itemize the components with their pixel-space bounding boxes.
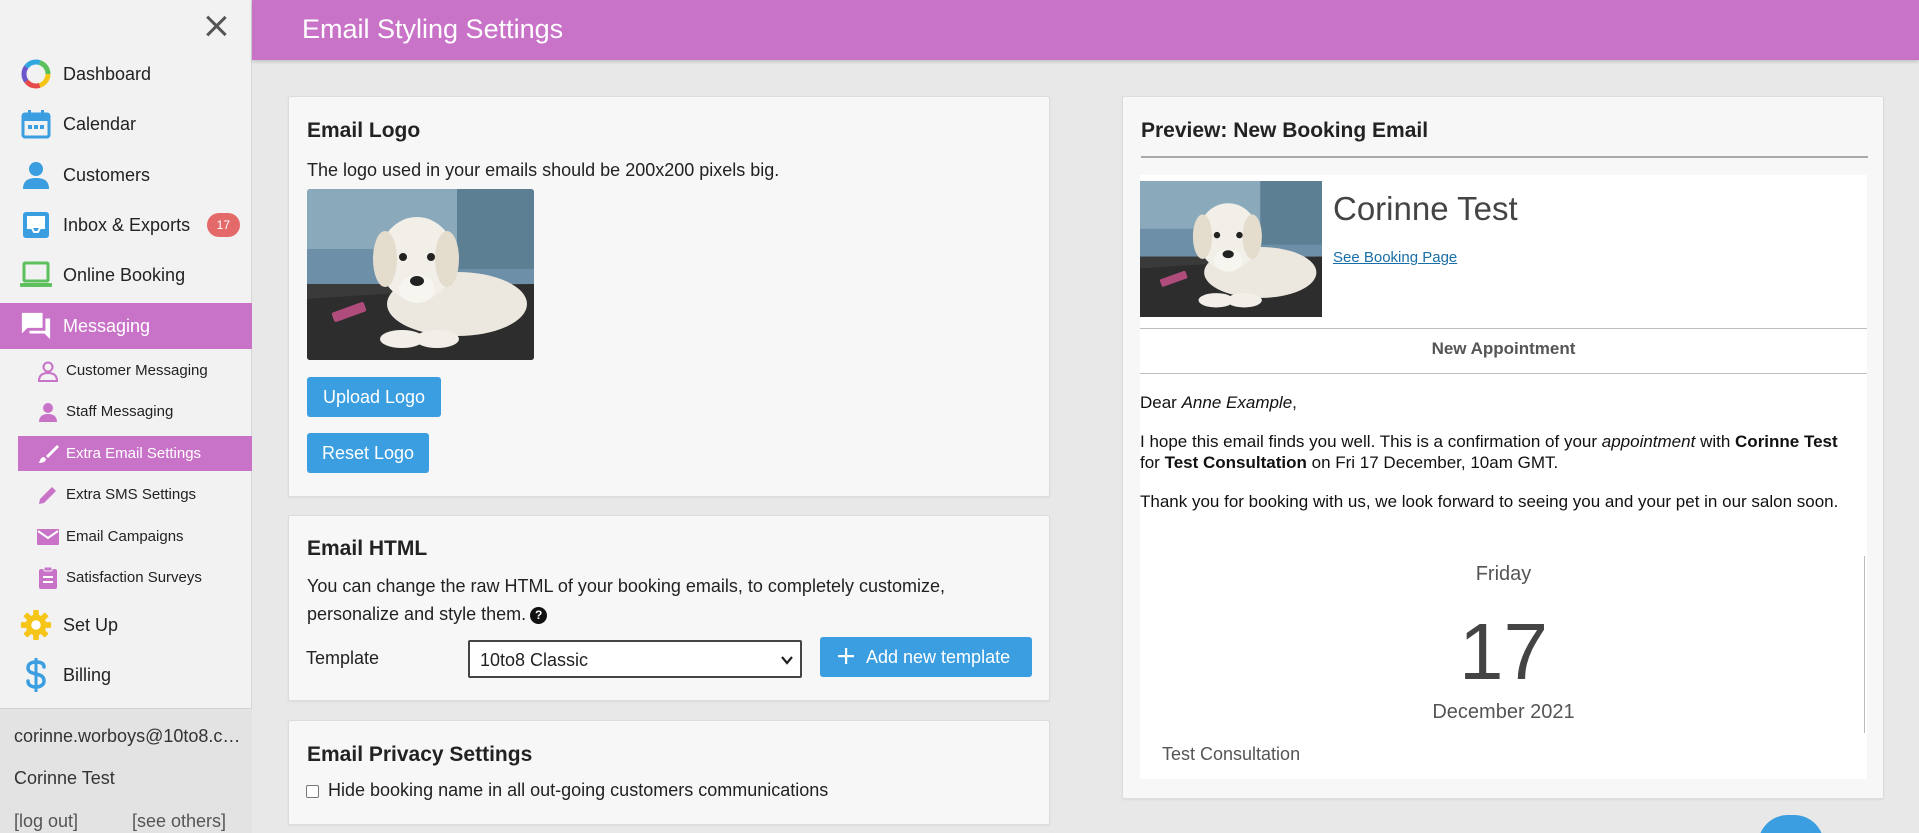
pencil-icon xyxy=(36,483,60,507)
person-outline-icon xyxy=(36,359,60,383)
email-html-description-text: You can change the raw HTML of your book… xyxy=(307,576,945,624)
preview-month-year: December 2021 xyxy=(1432,701,1575,723)
page-header: Email Styling Settings xyxy=(252,0,1919,60)
sidebar-item-setup[interactable]: Set Up xyxy=(0,602,252,648)
sidebar-subitem-email-campaigns[interactable]: Email Campaigns xyxy=(18,519,252,554)
page-title: Email Styling Settings xyxy=(302,14,564,44)
card-title: Email Privacy Settings xyxy=(307,743,533,766)
sidebar-item-label: Dashboard xyxy=(63,63,152,84)
close-icon[interactable] xyxy=(200,10,232,42)
preview-logo-image xyxy=(1140,181,1322,317)
sidebar-subitem-label: Staff Messaging xyxy=(66,403,174,420)
card-title: Preview: New Booking Email xyxy=(1141,119,1429,142)
logo-description: The logo used in your emails should be 2… xyxy=(307,160,780,180)
preview-dear: Dear xyxy=(1140,393,1177,412)
preview-text: for xyxy=(1140,453,1160,472)
sidebar-item-calendar[interactable]: Calendar xyxy=(0,101,252,147)
logo-image xyxy=(307,189,534,360)
sidebar-item-online-booking[interactable]: Online Booking xyxy=(0,252,252,298)
sidebar-item-dashboard[interactable]: Dashboard xyxy=(0,51,252,97)
preview-customer-name: Anne Example xyxy=(1181,393,1293,412)
account-name: Corinne Test xyxy=(14,768,115,788)
sidebar-item-label: Billing xyxy=(63,664,112,685)
sidebar-subitem-label: Customer Messaging xyxy=(66,362,208,379)
preview-paragraph-2: Thank you for booking with us, we look f… xyxy=(1140,492,1839,511)
preview-staff-name: Corinne Test xyxy=(1735,432,1838,451)
sidebar-subitem-label: Extra Email Settings xyxy=(66,445,202,462)
sidebar-item-customers[interactable]: Customers xyxy=(0,152,252,198)
see-booking-page-link[interactable]: See Booking Page xyxy=(1333,249,1457,266)
sidebar-subitem-staff-messaging[interactable]: Staff Messaging xyxy=(18,394,252,429)
card-title: Email Logo xyxy=(307,119,421,142)
sidebar-subitem-label: Extra SMS Settings xyxy=(66,486,197,503)
preview-text: with xyxy=(1700,432,1731,451)
preview-day-number: 17 xyxy=(1459,607,1548,696)
laptop-icon xyxy=(20,259,52,291)
gear-icon xyxy=(20,609,52,641)
mail-icon xyxy=(36,525,60,549)
clipboard-icon xyxy=(36,566,60,590)
sidebar-item-label: Messaging xyxy=(63,315,151,336)
sidebar-item-label: Calendar xyxy=(63,113,137,134)
sidebar-item-messaging[interactable]: Messaging xyxy=(0,303,252,349)
person-icon xyxy=(36,400,60,424)
add-new-template-label: Add new template xyxy=(866,647,1011,667)
card-title: Email HTML xyxy=(307,537,428,560)
sidebar-item-label: Inbox & Exports xyxy=(63,214,191,235)
sidebar-subitem-extra-email-settings[interactable]: Extra Email Settings xyxy=(18,436,252,471)
inbox-count-badge: 17 xyxy=(206,213,240,237)
preview-day-name: Friday xyxy=(1475,563,1532,585)
account-email: corinne.worboys@10to8.com xyxy=(14,726,244,746)
chevron-down-icon xyxy=(780,653,794,667)
divider xyxy=(1140,373,1867,374)
email-privacy-card: Email Privacy Settings xyxy=(288,720,1050,825)
email-html-description: You can change the raw HTML of your book… xyxy=(307,572,1007,628)
sidebar-item-inbox[interactable]: Inbox & Exports 17 xyxy=(0,202,252,248)
help-icon[interactable]: ? xyxy=(530,606,548,624)
hide-booking-name-checkbox[interactable] xyxy=(306,785,319,798)
preview-text: on Fri 17 December, 10am GMT. xyxy=(1311,453,1559,472)
plus-icon xyxy=(836,646,856,671)
sidebar-subitem-extra-sms-settings[interactable]: Extra SMS Settings xyxy=(18,477,252,512)
dashboard-ring-icon xyxy=(20,58,52,90)
sidebar-subitem-label: Satisfaction Surveys xyxy=(66,569,202,586)
sidebar-item-label: Customers xyxy=(63,164,151,185)
brush-icon xyxy=(36,442,60,466)
reset-logo-button[interactable]: Reset Logo xyxy=(307,433,429,473)
sidebar-subitem-customer-messaging[interactable]: Customer Messaging xyxy=(18,353,252,388)
preview-business-name: Corinne Test xyxy=(1333,190,1518,227)
sidebar-item-billing[interactable]: Billing xyxy=(0,652,252,698)
preview-section-title: New Appointment xyxy=(1431,339,1576,358)
template-label: Template xyxy=(306,648,380,668)
sidebar-item-label: Set Up xyxy=(63,614,119,635)
preview-greeting: Dear Anne Example, xyxy=(1140,393,1297,412)
sidebar-subitem-satisfaction-surveys[interactable]: Satisfaction Surveys xyxy=(18,560,252,595)
dollar-icon xyxy=(20,658,52,692)
sidebar: Dashboard Calendar Customers Inbox & Exp… xyxy=(0,0,252,833)
preview-paragraph-1: I hope this email finds you well. This i… xyxy=(1140,431,1845,473)
calendar-icon xyxy=(20,108,52,140)
logout-link[interactable]: [log out] xyxy=(14,811,78,832)
template-select[interactable]: 10to8 Classic xyxy=(468,640,802,678)
add-new-template-button[interactable]: Add new template xyxy=(820,637,1032,677)
sidebar-subitem-label: Email Campaigns xyxy=(66,528,184,545)
preview-text: I hope this email finds you well. This i… xyxy=(1140,432,1598,451)
person-icon xyxy=(20,159,52,191)
sidebar-item-label: Online Booking xyxy=(63,264,186,285)
help-chat-button[interactable] xyxy=(1758,815,1824,833)
hide-booking-name-label: Hide booking name in all out-going custo… xyxy=(328,780,829,800)
inbox-icon xyxy=(20,209,52,241)
see-others-link[interactable]: [see others] xyxy=(132,811,226,832)
preview-text: appointment xyxy=(1601,432,1696,451)
chat-icon xyxy=(20,310,52,342)
divider xyxy=(1141,156,1868,158)
account-panel: corinne.worboys@10to8.com Corinne Test [… xyxy=(0,708,252,833)
preview-service-name: Test Consultation xyxy=(1164,453,1307,472)
divider xyxy=(1140,328,1867,329)
template-select-value: 10to8 Classic xyxy=(480,650,589,670)
upload-logo-button[interactable]: Upload Logo xyxy=(307,377,441,417)
email-logo-card: Email Logo The logo used in your emails … xyxy=(288,96,1050,497)
preview-service: Test Consultation xyxy=(1162,744,1301,764)
